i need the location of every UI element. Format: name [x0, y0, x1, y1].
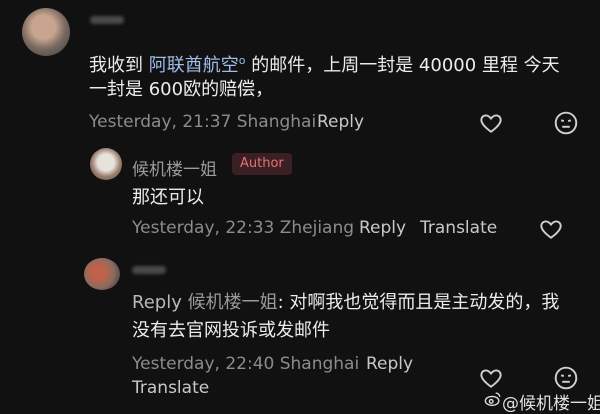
translate-button[interactable]: Translate: [132, 378, 209, 398]
reply-button[interactable]: Reply: [317, 112, 364, 132]
heart-icon[interactable]: [478, 110, 504, 136]
avatar[interactable]: [22, 8, 70, 56]
mention-link[interactable]: 阿联酋航空o: [149, 54, 246, 76]
weibo-logo-icon: [484, 391, 502, 407]
reply-to-name[interactable]: 候机楼一姐: [188, 292, 278, 313]
translate-button[interactable]: Translate: [420, 218, 497, 238]
heart-icon[interactable]: [478, 365, 504, 391]
avatar[interactable]: [90, 148, 122, 180]
watermark: @候机楼一姐: [502, 394, 600, 414]
comment-text-line2: 没有去官网投诉或发邮件: [132, 320, 330, 341]
comment-text: 我收到 阿联酋航空o 的邮件，上周一封是 40000 里程 今天: [89, 54, 560, 76]
comment-meta: Yesterday, 22:33 Zhejiang: [132, 218, 355, 238]
author-name[interactable]: 候机楼一姐: [132, 155, 217, 180]
comment-text: Reply 候机楼一姐: 对啊我也觉得而且是主动发的，我: [132, 292, 560, 313]
dislike-face-icon[interactable]: [553, 365, 579, 391]
reply-button[interactable]: Reply: [359, 218, 406, 238]
avatar[interactable]: [84, 258, 120, 290]
reply-button[interactable]: Reply: [366, 354, 413, 374]
comment-meta: Yesterday, 21:37 Shanghai: [89, 112, 317, 132]
dislike-face-icon[interactable]: [553, 110, 579, 136]
comment-meta: Yesterday, 22:40 Shanghai: [132, 354, 360, 374]
author-badge: Author: [232, 153, 292, 175]
heart-icon[interactable]: [538, 216, 564, 242]
comment-text-line2: 一封是 600欧的赔偿，: [89, 79, 274, 100]
comment-text: 那还可以: [132, 187, 204, 208]
commenter-name-blurred: [90, 16, 124, 24]
commenter-name-blurred: [132, 266, 166, 274]
